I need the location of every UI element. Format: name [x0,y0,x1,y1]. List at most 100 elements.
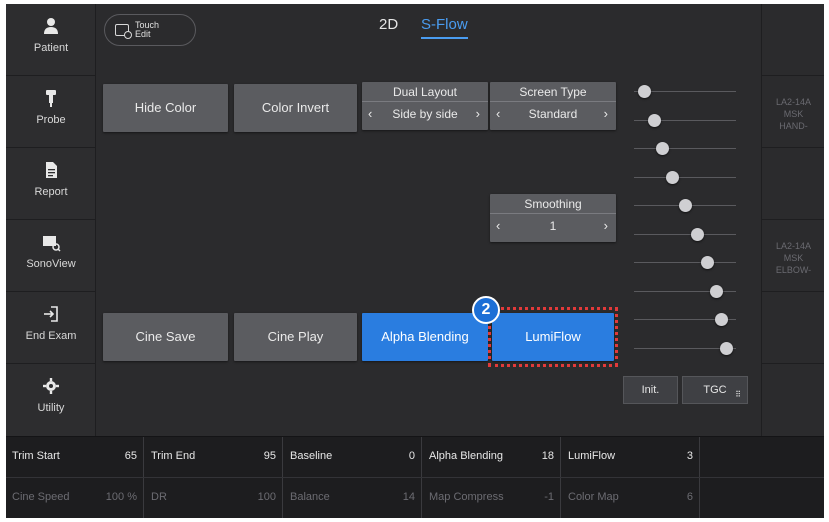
param-cine-speed[interactable]: Cine Speed 100 % [6,478,144,518]
hide-color-button[interactable]: Hide Color [103,84,228,132]
tgc-slider-track[interactable] [634,148,736,149]
tgc-button[interactable]: TGC ⠿ [682,376,748,404]
touch-edit-icon [115,24,132,39]
param-value: 100 [257,491,276,503]
ultrasound-touch-panel: Patient Probe Report SonoView End Exam U… [6,4,824,518]
param-trim-start[interactable]: Trim Start 65 [6,437,144,477]
tgc-slider-track[interactable] [634,234,736,235]
left-sidebar: Patient Probe Report SonoView End Exam U… [6,4,96,436]
tgc-slider-track[interactable] [634,262,736,263]
tgc-slider-knob[interactable] [715,313,728,326]
sidebar-item-sonoview[interactable]: SonoView [6,220,96,292]
param-value: 3 [686,450,693,462]
sidebar-item-label: Utility [37,402,65,414]
sidebar-item-end-exam[interactable]: End Exam [6,292,96,364]
chevron-right-icon[interactable]: › [604,218,608,233]
dual-layout-selector: Dual Layout ‹ Side by side › [362,82,488,130]
sonoview-icon [41,232,61,252]
probe-preset-hand[interactable]: LA2-14A MSK HAND- [762,76,824,148]
probe-slot-empty[interactable] [762,292,824,364]
tab-sflow[interactable]: S-Flow [421,16,468,39]
tgc-slider-knob[interactable] [720,342,733,355]
tgc-slider-knob[interactable] [701,256,714,269]
probe-icon [41,88,61,108]
exit-icon [41,304,61,324]
person-icon [41,16,61,36]
param-value: 14 [402,491,415,503]
tgc-slider-knob[interactable] [648,114,661,127]
probe-model: LA2-14A [775,97,812,107]
step-number-badge: 2 [472,296,500,324]
chevron-right-icon[interactable]: › [476,106,480,121]
probe-model: LA2-14A [775,241,812,251]
dual-layout-title: Dual Layout [392,85,458,99]
screen-type-title: Screen Type [519,85,587,99]
param-name: Map Compress [429,491,504,503]
touch-edit-button[interactable]: Touch Edit [104,14,196,46]
parameter-bar: Trim Start 65 Trim End 95 Baseline 0 Alp… [6,436,824,518]
smoothing-title: Smoothing [524,197,582,211]
param-value: 6 [686,491,693,503]
gear-icon [41,376,61,396]
param-baseline[interactable]: Baseline 0 [284,437,422,477]
probe-slot-empty[interactable] [762,4,824,76]
param-alpha-blending[interactable]: Alpha Blending 18 [423,437,561,477]
color-invert-button[interactable]: Color Invert [234,84,357,132]
sidebar-item-report[interactable]: Report [6,148,96,220]
param-name: Trim Start [12,450,60,462]
cine-save-button[interactable]: Cine Save [103,313,228,361]
tgc-slider-knob[interactable] [638,85,651,98]
touch-edit-label-2: Edit [135,29,151,39]
param-name: Balance [290,491,330,503]
probe-preset: HAND- [779,121,808,131]
tgc-slider-knob[interactable] [710,285,723,298]
alpha-blending-button[interactable]: Alpha Blending [362,313,488,361]
tgc-slider-knob[interactable] [691,228,704,241]
sidebar-item-label: Patient [33,42,69,54]
probe-preset-strip: LA2-14A MSK HAND- LA2-14A MSK ELBOW- [761,4,824,436]
sidebar-item-label: Probe [36,114,66,126]
param-name: Alpha Blending [429,450,504,462]
param-name: Baseline [290,450,333,462]
param-name: Trim End [151,450,196,462]
param-name: LumiFlow [568,450,616,462]
dual-layout-value: Side by side [392,107,458,121]
probe-slot-empty[interactable] [762,148,824,220]
chevron-right-icon[interactable]: › [604,106,608,121]
param-value: 0 [408,450,415,462]
probe-preset-elbow[interactable]: LA2-14A MSK ELBOW- [762,220,824,292]
tgc-init-button[interactable]: Init. [623,376,678,404]
smoothing-selector: Smoothing ‹ 1 › [490,194,616,242]
sidebar-item-label: Report [34,186,68,198]
param-color-map[interactable]: Color Map 6 [562,478,700,518]
param-name: Cine Speed [12,491,70,503]
tgc-slider-track[interactable] [634,177,736,178]
tgc-slider-knob[interactable] [656,142,669,155]
screen-type-selector: Screen Type ‹ Standard › [490,82,616,130]
tgc-slider-knob[interactable] [679,199,692,212]
param-lumiflow[interactable]: LumiFlow 3 [562,437,700,477]
param-balance[interactable]: Balance 14 [284,478,422,518]
screen-type-value: Standard [528,107,578,121]
tab-2d[interactable]: 2D [379,16,398,33]
param-value: 18 [541,450,554,462]
param-value: -1 [544,491,554,503]
sidebar-item-label: SonoView [26,258,76,270]
param-name: Color Map [568,491,619,503]
param-name: DR [151,491,167,503]
probe-app: MSK [783,109,804,119]
grip-icon: ⠿ [735,390,741,399]
param-dr[interactable]: DR 100 [145,478,283,518]
document-icon [41,160,61,180]
sidebar-item-probe[interactable]: Probe [6,76,96,148]
probe-slot-empty[interactable] [762,364,824,436]
sidebar-item-patient[interactable]: Patient [6,4,96,76]
probe-preset: ELBOW- [775,265,812,275]
param-map-compress[interactable]: Map Compress -1 [423,478,561,518]
sidebar-item-utility[interactable]: Utility [6,364,96,436]
cine-play-button[interactable]: Cine Play [234,313,357,361]
smoothing-value: 1 [549,219,557,233]
sidebar-item-label: End Exam [25,330,77,342]
tgc-slider-knob[interactable] [666,171,679,184]
param-trim-end[interactable]: Trim End 95 [145,437,283,477]
